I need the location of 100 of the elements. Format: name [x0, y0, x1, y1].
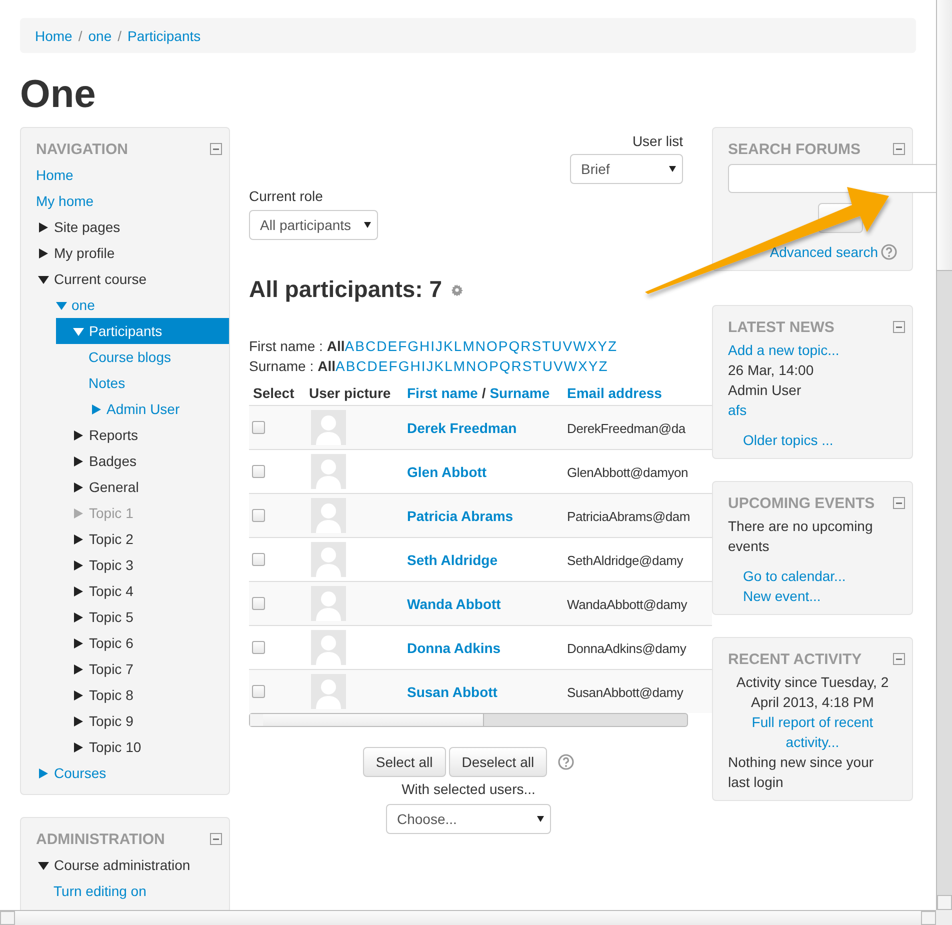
initial-filter-link[interactable]: E — [388, 336, 398, 356]
checkbox[interactable] — [252, 509, 265, 522]
checkbox[interactable] — [252, 597, 265, 610]
advanced-search-link[interactable]: Advanced search — [770, 242, 878, 262]
initial-filter-link[interactable]: Y — [598, 336, 608, 356]
nav-item[interactable]: Courses — [54, 765, 106, 781]
initial-filter-link[interactable]: G — [398, 356, 410, 376]
initial-filter-link[interactable]: R — [520, 336, 532, 356]
initial-filter-link[interactable]: N — [466, 356, 478, 376]
collapse-icon[interactable] — [210, 833, 222, 845]
initial-filter-link[interactable]: K — [434, 356, 445, 376]
initial-filter-link[interactable]: K — [444, 336, 454, 356]
block-link[interactable]: afs — [713, 400, 912, 420]
initial-filter-link[interactable]: M — [453, 356, 466, 376]
vertical-scrollbar[interactable] — [936, 0, 952, 910]
initial-filter-link[interactable]: H — [420, 336, 431, 356]
nav-item[interactable]: Turn editing on — [54, 883, 146, 899]
sort-link[interactable]: Email address — [567, 385, 662, 402]
initial-filter-link[interactable]: Y — [588, 356, 599, 376]
collapsed-arrow-icon[interactable] — [38, 248, 49, 258]
initial-filter-link[interactable]: L — [454, 336, 463, 356]
initial-filter-link[interactable]: N — [475, 336, 486, 356]
initial-filter-link[interactable]: V — [562, 336, 574, 356]
collapsed-arrow-icon[interactable] — [73, 638, 84, 648]
dropdown[interactable]: Choose... — [386, 804, 551, 834]
dropdown[interactable]: All participants — [249, 210, 378, 240]
initial-filter-link[interactable]: L — [444, 356, 454, 376]
initial-filter-link[interactable]: C — [356, 356, 368, 376]
nav-item[interactable]: My profile — [54, 245, 115, 261]
block-link[interactable]: Go to calendar... — [713, 566, 912, 586]
breadcrumb-link[interactable]: one — [88, 28, 112, 44]
horizontal-scrollbar[interactable] — [249, 713, 688, 728]
user-name-link[interactable]: Donna Adkins — [407, 640, 501, 656]
search-field[interactable] — [728, 164, 936, 193]
initial-filter-link[interactable]: P — [498, 336, 509, 356]
collapse-icon[interactable] — [893, 497, 905, 509]
initial-filter-link[interactable]: X — [578, 356, 588, 376]
initial-filter-link[interactable]: C — [365, 336, 377, 356]
collapsed-arrow-icon[interactable] — [73, 534, 84, 544]
initial-filter-link[interactable]: P — [489, 356, 500, 376]
nav-item[interactable]: Admin User — [106, 401, 180, 417]
initial-filter-link[interactable]: B — [355, 336, 366, 356]
initial-filter-link[interactable]: All — [318, 356, 336, 376]
initial-filter-link[interactable]: S — [532, 336, 542, 356]
initial-filter-link[interactable]: E — [378, 356, 389, 376]
block-link[interactable]: Older topics ... — [713, 430, 912, 450]
initial-filter-link[interactable]: A — [335, 356, 346, 376]
checkbox[interactable] — [252, 641, 265, 654]
collapsed-arrow-icon[interactable] — [73, 742, 84, 752]
user-name-link[interactable]: Seth Aldridge — [407, 552, 498, 568]
collapsed-arrow-icon[interactable] — [73, 664, 84, 674]
nav-item[interactable]: Notes — [88, 375, 126, 391]
nav-item[interactable]: Topic 8 — [89, 687, 134, 703]
initial-filter-link[interactable]: X — [587, 336, 598, 356]
initial-filter-link[interactable]: R — [511, 356, 522, 376]
nav-item[interactable]: Course blogs — [88, 349, 171, 365]
initial-filter-link[interactable]: S — [522, 356, 533, 376]
nav-item[interactable]: My home — [36, 193, 94, 209]
nav-item[interactable]: Reports — [89, 427, 138, 443]
checkbox[interactable] — [252, 465, 265, 478]
collapsed-arrow-icon[interactable] — [73, 430, 84, 440]
initial-filter-link[interactable]: G — [408, 336, 420, 356]
dropdown[interactable]: Brief — [570, 154, 683, 184]
breadcrumb-link[interactable]: Home — [35, 28, 72, 44]
settings-icon[interactable] — [450, 284, 463, 296]
collapsed-arrow-icon[interactable] — [73, 716, 84, 726]
horizontal-scrollbar[interactable] — [0, 910, 936, 925]
initial-filter-link[interactable]: D — [376, 336, 388, 356]
collapse-icon[interactable] — [210, 143, 222, 155]
nav-item[interactable]: Site pages — [54, 219, 120, 235]
initial-filter-link[interactable]: O — [486, 336, 498, 356]
breadcrumb-link[interactable]: Participants — [128, 28, 201, 44]
initial-filter-link[interactable]: O — [477, 356, 490, 376]
user-name-link[interactable]: Glen Abbott — [407, 464, 487, 480]
collapsed-arrow-icon[interactable] — [38, 222, 49, 232]
initial-filter-link[interactable]: T — [542, 336, 552, 356]
nav-item[interactable]: General — [89, 479, 139, 495]
nav-item[interactable]: Topic 9 — [89, 713, 134, 729]
nav-item[interactable]: Topic 2 — [89, 531, 134, 547]
initial-filter-link[interactable]: F — [398, 336, 408, 356]
sort-link[interactable]: Surname — [490, 385, 550, 402]
initial-filter-link[interactable]: U — [552, 336, 563, 356]
collapse-icon[interactable] — [893, 653, 905, 665]
initial-filter-link[interactable]: M — [462, 336, 476, 356]
initial-filter-link[interactable]: I — [421, 356, 426, 376]
collapsed-arrow-icon[interactable] — [73, 690, 84, 700]
nav-item[interactable]: Topic 10 — [89, 739, 142, 755]
nav-item[interactable]: Topic 7 — [89, 661, 134, 677]
initial-filter-link[interactable]: T — [532, 356, 542, 376]
nav-item[interactable]: Topic 5 — [89, 609, 134, 625]
collapsed-arrow-icon[interactable] — [73, 560, 84, 570]
block-link[interactable]: New event... — [713, 586, 912, 606]
initial-filter-link[interactable]: V — [553, 356, 564, 376]
collapse-icon[interactable] — [893, 143, 905, 155]
nav-item[interactable]: Topic 3 — [89, 557, 134, 573]
initial-filter-link[interactable]: H — [410, 356, 422, 376]
action-button[interactable]: Select all — [362, 747, 446, 778]
initial-filter-link[interactable]: B — [346, 356, 356, 376]
collapsed-arrow-icon[interactable] — [73, 612, 84, 622]
block-link[interactable]: Full report of recent activity... — [713, 712, 912, 752]
